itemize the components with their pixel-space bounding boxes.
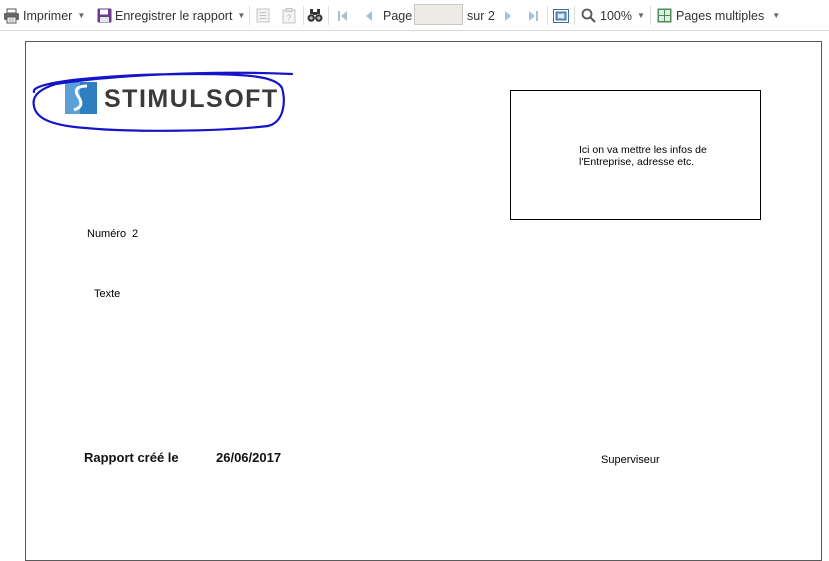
next-page-icon xyxy=(505,10,511,21)
parameters-icon: ? xyxy=(282,7,296,23)
view-mode-label: Pages multiples xyxy=(676,8,765,23)
save-report-label: Enregistrer le rapport xyxy=(115,8,233,23)
chevron-down-icon: ▼ xyxy=(772,11,781,20)
company-info-box: Ici on va mettre les infos de l'Entrepri… xyxy=(510,90,761,220)
printer-icon xyxy=(4,8,19,23)
report-viewer[interactable]: STIMULSOFT Ici on va mettre les infos de… xyxy=(0,31,829,561)
toolbar-separator xyxy=(303,6,304,25)
last-page-button[interactable] xyxy=(528,0,539,31)
print-label: Imprimer xyxy=(23,8,73,23)
chevron-down-icon: ▼ xyxy=(77,11,86,20)
floppy-disk-icon xyxy=(97,8,112,23)
save-report-button[interactable]: Enregistrer le rapport ▼ xyxy=(97,0,245,31)
page-total: sur 2 xyxy=(467,0,495,31)
chevron-down-icon: ▼ xyxy=(636,11,645,20)
chevron-down-icon: ▼ xyxy=(237,11,246,20)
parameters-button[interactable]: ? xyxy=(282,0,296,31)
created-label: Rapport créé le xyxy=(84,450,179,465)
zoom-button[interactable]: 100% ▼ xyxy=(581,0,645,31)
toolbar-separator xyxy=(547,6,548,25)
viewer-toolbar: Imprimer ▼ Enregistrer le rapport ▼ ? Pa… xyxy=(0,0,829,31)
magnifier-icon xyxy=(581,8,596,23)
supervisor-label: Superviseur xyxy=(601,454,660,466)
annotation-circle xyxy=(32,71,294,132)
company-info-line: Ici on va mettre les infos de xyxy=(579,144,707,156)
first-page-button[interactable] xyxy=(337,0,348,31)
previous-page-button[interactable] xyxy=(364,0,373,31)
find-button[interactable] xyxy=(307,0,323,31)
full-screen-button[interactable] xyxy=(553,0,569,31)
company-info-text: Ici on va mettre les infos de l'Entrepri… xyxy=(579,144,749,168)
page-number-input[interactable] xyxy=(414,4,463,25)
last-page-icon xyxy=(529,10,538,21)
view-mode-button[interactable]: Pages multiples ▼ xyxy=(657,0,780,31)
previous-page-icon xyxy=(366,10,372,21)
company-info-line: l'Entreprise, adresse etc. xyxy=(579,156,695,168)
bookmarks-button[interactable] xyxy=(256,0,270,31)
page-label: Page xyxy=(383,0,412,31)
multiple-pages-icon xyxy=(657,8,672,23)
full-screen-icon xyxy=(553,8,569,23)
page-label-text: Page xyxy=(383,8,413,23)
toolbar-separator xyxy=(249,6,250,25)
number-value: 2 xyxy=(132,228,139,240)
page-total-text: sur 2 xyxy=(467,8,495,23)
binoculars-icon xyxy=(307,9,323,22)
bookmarks-icon xyxy=(256,8,270,23)
zoom-label: 100% xyxy=(600,8,632,23)
toolbar-separator xyxy=(574,6,575,25)
first-page-icon xyxy=(338,10,347,21)
report-page: STIMULSOFT Ici on va mettre les infos de… xyxy=(25,41,822,561)
created-date: 26/06/2017 xyxy=(216,450,282,465)
next-page-button[interactable] xyxy=(504,0,513,31)
toolbar-separator xyxy=(650,6,651,25)
text-label: Texte xyxy=(94,288,121,300)
number-label: Numéro xyxy=(87,228,127,240)
svg-text:?: ? xyxy=(287,13,292,22)
toolbar-separator xyxy=(328,6,329,25)
print-button[interactable]: Imprimer ▼ xyxy=(3,0,85,31)
